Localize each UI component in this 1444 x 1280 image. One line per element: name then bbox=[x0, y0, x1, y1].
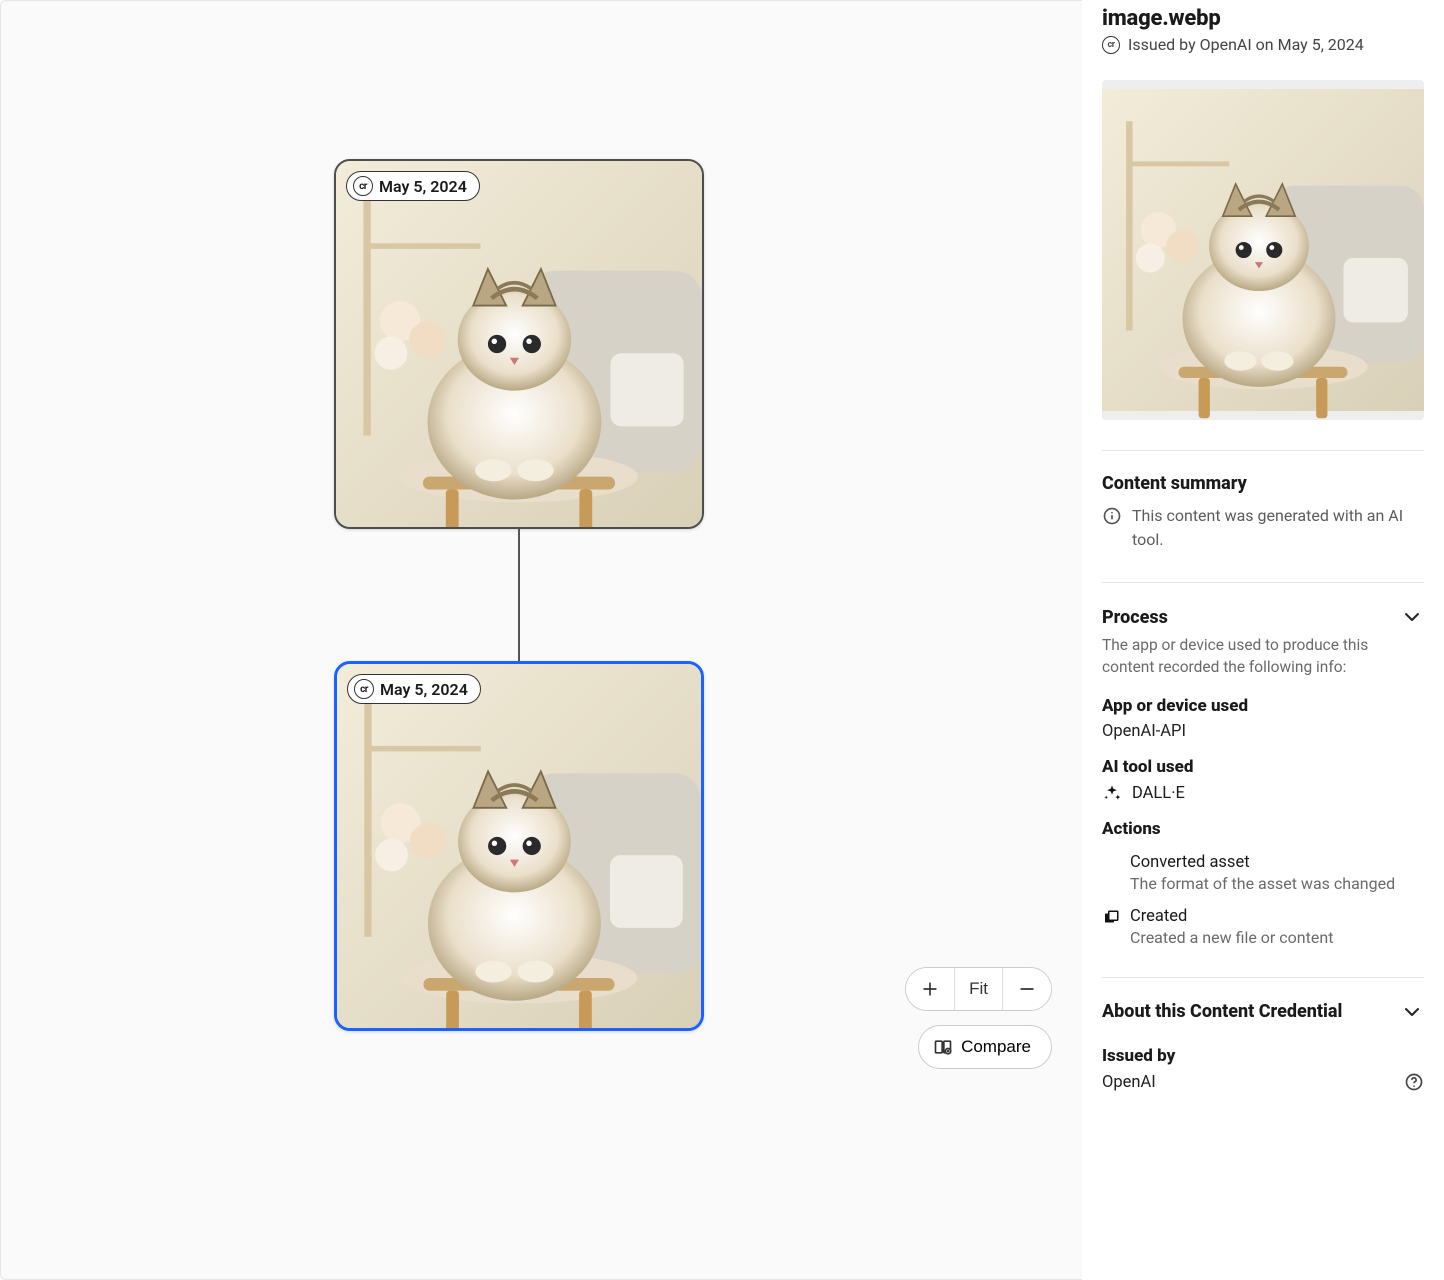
node-date-badge: cr May 5, 2024 bbox=[347, 674, 481, 704]
content-summary-title: Content summary bbox=[1102, 473, 1424, 494]
compare-button[interactable]: Compare bbox=[918, 1025, 1052, 1069]
cr-badge-icon: cr bbox=[353, 176, 373, 196]
process-section-header[interactable]: Process bbox=[1102, 605, 1424, 629]
actions-label: Actions bbox=[1102, 819, 1424, 839]
node-date: May 5, 2024 bbox=[380, 680, 468, 699]
info-icon bbox=[1102, 506, 1122, 526]
issued-text: Issued by OpenAI on May 5, 2024 bbox=[1128, 35, 1364, 54]
issued-by-line: cr Issued by OpenAI on May 5, 2024 bbox=[1102, 35, 1424, 54]
minus-icon bbox=[1017, 979, 1037, 999]
action-desc: Created a new file or content bbox=[1130, 928, 1424, 947]
zoom-in-button[interactable] bbox=[906, 968, 954, 1010]
process-desc: The app or device used to produce this c… bbox=[1102, 635, 1424, 678]
zoom-fit-button[interactable]: Fit bbox=[954, 968, 1003, 1010]
sidebar-thumbnail bbox=[1102, 80, 1424, 420]
issued-by-label: Issued by bbox=[1102, 1046, 1424, 1066]
divider bbox=[1102, 977, 1424, 978]
action-title: Created bbox=[1130, 907, 1424, 926]
provenance-node[interactable]: cr May 5, 2024 bbox=[334, 159, 704, 529]
chevron-down-icon bbox=[1400, 605, 1424, 629]
provenance-node-selected[interactable]: cr May 5, 2024 bbox=[334, 661, 704, 1031]
provenance-canvas[interactable]: cr May 5, 2024 cr May 5, 2024 Fit bbox=[0, 0, 1082, 1280]
chevron-down-icon bbox=[1400, 1000, 1424, 1024]
compare-label: Compare bbox=[961, 1037, 1031, 1057]
app-used-label: App or device used bbox=[1102, 696, 1424, 716]
about-title: About this Content Credential bbox=[1102, 1001, 1342, 1024]
divider bbox=[1102, 450, 1424, 451]
action-desc: The format of the asset was changed bbox=[1130, 874, 1424, 893]
provenance-connector bbox=[518, 529, 520, 661]
node-date: May 5, 2024 bbox=[379, 177, 467, 196]
compare-icon bbox=[933, 1037, 953, 1057]
cr-badge-icon: cr bbox=[354, 679, 374, 699]
action-item: Converted asset The format of the asset … bbox=[1102, 853, 1424, 893]
app-used-value: OpenAI-API bbox=[1102, 722, 1424, 741]
zoom-out-button[interactable] bbox=[1003, 968, 1051, 1010]
filename: image.webp bbox=[1102, 6, 1424, 31]
issued-by-value: OpenAI bbox=[1102, 1073, 1156, 1092]
help-icon[interactable] bbox=[1404, 1072, 1424, 1092]
node-image bbox=[337, 664, 701, 1028]
details-sidebar: image.webp cr Issued by OpenAI on May 5,… bbox=[1082, 0, 1444, 1280]
divider bbox=[1102, 582, 1424, 583]
cr-badge-icon: cr bbox=[1102, 36, 1120, 54]
zoom-controls: Fit bbox=[905, 967, 1052, 1011]
ai-tool-label: AI tool used bbox=[1102, 757, 1424, 777]
plus-icon bbox=[920, 979, 940, 999]
about-section-header[interactable]: About this Content Credential bbox=[1102, 1000, 1424, 1024]
process-title: Process bbox=[1102, 607, 1168, 628]
ai-tool-value: DALL·E bbox=[1132, 784, 1185, 803]
action-title: Converted asset bbox=[1130, 853, 1424, 872]
node-date-badge: cr May 5, 2024 bbox=[346, 171, 480, 201]
action-item: Created Created a new file or content bbox=[1102, 907, 1424, 947]
node-image bbox=[336, 161, 702, 527]
ai-sparkle-icon bbox=[1102, 783, 1122, 803]
created-icon bbox=[1102, 909, 1120, 927]
content-summary-text: This content was generated with an AI to… bbox=[1132, 504, 1424, 552]
